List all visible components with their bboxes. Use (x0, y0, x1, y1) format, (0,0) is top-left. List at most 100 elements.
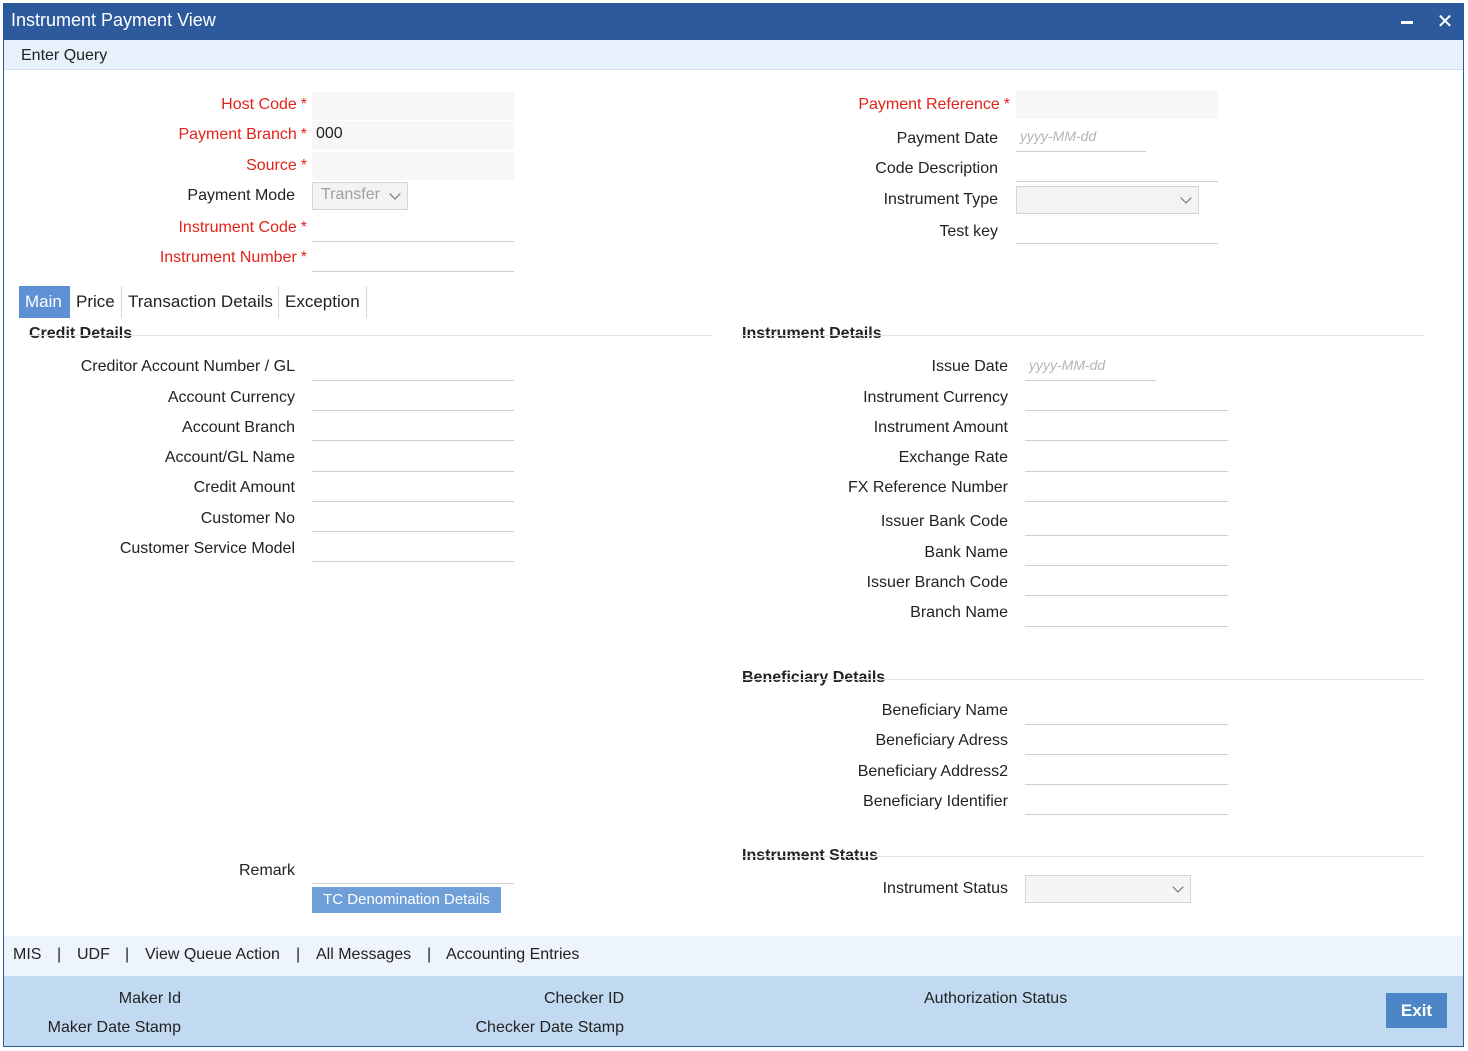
beneficiary-address-label: Beneficiary Adress (875, 732, 1008, 749)
udf-link[interactable]: UDF (77, 946, 110, 964)
remark-label: Remark (238, 862, 295, 879)
account-gl-name-label: Account/GL Name (164, 449, 295, 466)
beneficiary-details-divider (742, 679, 1424, 680)
minimize-icon[interactable] (1393, 8, 1421, 36)
mis-link[interactable]: MIS (13, 946, 41, 964)
footer-separator: | (296, 946, 301, 963)
beneficiary-address2-label: Beneficiary Address2 (857, 763, 1008, 780)
customer-service-model-label: Customer Service Model (119, 540, 295, 557)
host-code-label: Host Code * (221, 96, 307, 113)
payment-reference-field[interactable] (1016, 91, 1218, 119)
credit-amount-field[interactable] (312, 474, 514, 502)
remark-field[interactable] (312, 856, 514, 884)
maker-date-stamp-label: Maker Date Stamp (47, 1019, 181, 1036)
tab-transaction-details[interactable]: Transaction Details (122, 286, 279, 318)
view-queue-action-link[interactable]: View Queue Action (145, 946, 280, 964)
credit-amount-label: Credit Amount (193, 479, 295, 496)
instrument-code-label: Instrument Code * (178, 219, 307, 236)
instrument-payment-window: Instrument Payment View ✕ Enter Query Ho… (3, 3, 1464, 1047)
exchange-rate-field[interactable] (1025, 444, 1228, 472)
audit-status-bar: Maker Id Maker Date Stamp Checker ID Che… (4, 976, 1463, 1046)
instrument-details-divider (742, 335, 1424, 336)
beneficiary-address-field[interactable] (1025, 727, 1228, 755)
creditor-account-field[interactable] (312, 353, 514, 381)
code-description-label: Code Description (875, 160, 998, 177)
exchange-rate-label: Exchange Rate (898, 449, 1008, 466)
bank-name-field[interactable] (1025, 538, 1228, 566)
instrument-type-label: Instrument Type (883, 191, 998, 208)
instrument-status-select[interactable] (1025, 875, 1191, 903)
instrument-code-field[interactable] (312, 214, 514, 242)
enter-query-menu[interactable]: Enter Query (21, 47, 107, 65)
instrument-number-label: Instrument Number * (159, 249, 307, 266)
beneficiary-name-label: Beneficiary Name (881, 702, 1008, 719)
issuer-bank-code-field[interactable] (1025, 508, 1228, 536)
beneficiary-name-field[interactable] (1025, 697, 1228, 725)
instrument-details-title: Instrument Details (742, 325, 882, 342)
account-branch-label: Account Branch (182, 419, 295, 436)
checker-id-label: Checker ID (543, 990, 624, 1007)
menu-bar: Enter Query (4, 40, 1463, 70)
tab-main[interactable]: Main (19, 286, 70, 318)
all-messages-link[interactable]: All Messages (316, 946, 411, 964)
beneficiary-identifier-label: Beneficiary Identifier (863, 793, 1008, 810)
credit-details-divider (29, 335, 712, 336)
instrument-type-select[interactable] (1016, 186, 1199, 214)
footer-separator: | (57, 946, 62, 963)
account-currency-field[interactable] (312, 383, 514, 411)
host-code-field[interactable] (312, 92, 514, 120)
tab-exception[interactable]: Exception (279, 286, 367, 318)
chevron-down-icon (389, 188, 401, 200)
credit-details-title: Credit Details (29, 325, 133, 342)
payment-reference-label: Payment Reference * (858, 96, 1010, 113)
footer-separator: | (427, 946, 432, 963)
instrument-amount-label: Instrument Amount (873, 419, 1008, 436)
maker-id-label: Maker Id (118, 990, 181, 1007)
instrument-number-field[interactable] (312, 244, 514, 272)
creditor-account-label: Creditor Account Number / GL (80, 358, 295, 375)
customer-service-model-field[interactable] (312, 534, 514, 562)
instrument-status-divider (742, 856, 1424, 857)
bank-name-label: Bank Name (924, 544, 1008, 561)
payment-branch-field[interactable]: 000 (312, 121, 514, 149)
account-gl-name-field[interactable] (312, 444, 514, 472)
test-key-label: Test key (939, 223, 998, 240)
fx-reference-field[interactable] (1025, 474, 1228, 502)
accounting-entries-link[interactable]: Accounting Entries (446, 946, 579, 964)
authorization-status-label: Authorization Status (924, 990, 1068, 1007)
chevron-down-icon (1172, 881, 1184, 893)
tab-price[interactable]: Price (70, 286, 122, 318)
title-bar: Instrument Payment View ✕ (4, 4, 1463, 40)
payment-date-label: Payment Date (896, 130, 998, 147)
test-key-field[interactable] (1016, 216, 1218, 244)
instrument-amount-field[interactable] (1025, 413, 1228, 441)
instrument-status-label: Instrument Status (882, 880, 1008, 897)
beneficiary-address2-field[interactable] (1025, 757, 1228, 785)
account-currency-label: Account Currency (167, 389, 295, 406)
close-icon[interactable]: ✕ (1431, 8, 1459, 36)
code-description-field[interactable] (1016, 154, 1218, 182)
issuer-branch-code-field[interactable] (1025, 568, 1228, 596)
exit-button[interactable]: Exit (1386, 993, 1447, 1028)
branch-name-label: Branch Name (910, 604, 1008, 621)
source-label: Source * (246, 157, 307, 174)
source-field[interactable] (312, 152, 514, 180)
payment-mode-select[interactable]: Transfer (312, 182, 408, 210)
payment-date-field[interactable]: yyyy-MM-dd (1016, 124, 1146, 152)
payment-branch-label: Payment Branch * (178, 126, 307, 143)
branch-name-field[interactable] (1025, 599, 1228, 627)
issue-date-field[interactable]: yyyy-MM-dd (1025, 353, 1156, 381)
issuer-bank-code-label: Issuer Bank Code (880, 513, 1008, 530)
customer-no-field[interactable] (312, 504, 514, 532)
footer-links-bar: MIS | UDF | View Queue Action | All Mess… (4, 936, 1463, 976)
instrument-currency-label: Instrument Currency (863, 389, 1008, 406)
issuer-branch-code-label: Issuer Branch Code (866, 574, 1008, 591)
payment-mode-label: Payment Mode (187, 187, 295, 204)
beneficiary-identifier-field[interactable] (1025, 787, 1228, 815)
footer-separator: | (125, 946, 130, 963)
account-branch-field[interactable] (312, 413, 514, 441)
beneficiary-details-title: Beneficiary Details (742, 669, 886, 686)
instrument-currency-field[interactable] (1025, 383, 1228, 411)
fx-reference-label: FX Reference Number (847, 479, 1008, 496)
tc-denomination-details-button[interactable]: TC Denomination Details (312, 887, 501, 913)
